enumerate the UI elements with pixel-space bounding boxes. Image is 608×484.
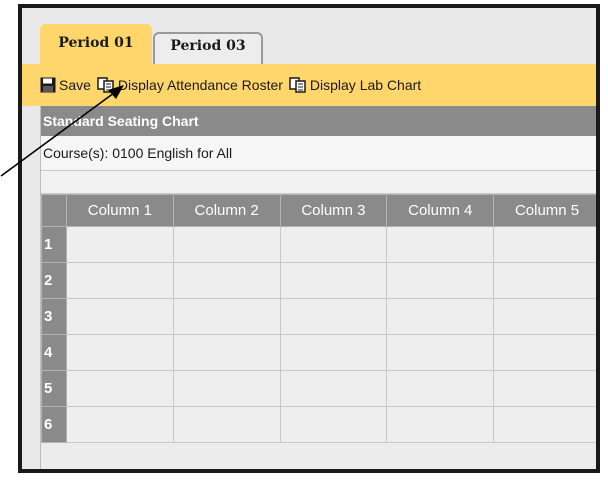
row-header-2: 2 [41, 262, 67, 299]
column-header-1: Column 1 [65, 194, 174, 227]
row-header-5: 5 [41, 370, 67, 407]
seat-cell[interactable] [172, 370, 281, 407]
display-attendance-roster-button[interactable]: Display Attendance Roster [97, 77, 283, 93]
seat-cell[interactable] [493, 226, 596, 263]
spacer-row [41, 171, 596, 194]
grid-row: 4 [41, 334, 596, 371]
seat-cell[interactable] [65, 370, 174, 407]
seat-cell[interactable] [493, 262, 596, 299]
seat-cell[interactable] [493, 298, 596, 335]
grid-row: 5 [41, 370, 596, 407]
seat-cell[interactable] [386, 370, 495, 407]
seat-cell[interactable] [386, 406, 495, 443]
display-lab-chart-button[interactable]: Display Lab Chart [289, 77, 421, 93]
seat-cell[interactable] [386, 334, 495, 371]
floppy-disk-icon [40, 77, 56, 93]
copy-document-icon [97, 77, 114, 93]
grid-corner [41, 194, 67, 227]
seat-cell[interactable] [279, 406, 388, 443]
tab-period-03[interactable]: Period 03 [153, 32, 263, 64]
seat-cell[interactable] [386, 226, 495, 263]
grid-row: 3 [41, 298, 596, 335]
seat-cell[interactable] [65, 298, 174, 335]
save-label: Save [59, 77, 91, 93]
seat-cell[interactable] [172, 298, 281, 335]
seat-cell[interactable] [493, 370, 596, 407]
app-window: Period 01 Period 03 Save Display Attenda… [18, 4, 600, 473]
seat-cell[interactable] [386, 262, 495, 299]
display-lab-chart-label: Display Lab Chart [309, 77, 422, 93]
seat-cell[interactable] [279, 370, 388, 407]
row-header-4: 4 [41, 334, 67, 371]
seat-cell[interactable] [65, 406, 174, 443]
seat-cell[interactable] [493, 334, 596, 371]
row-header-6: 6 [41, 406, 67, 443]
tab-period-01[interactable]: Period 01 [40, 24, 152, 64]
seat-cell[interactable] [65, 262, 174, 299]
grid-header-row: Column 1 Column 2 Column 3 Column 4 Colu… [41, 194, 596, 227]
column-header-4: Column 4 [386, 194, 495, 227]
copy-document-icon [289, 77, 306, 93]
save-button[interactable]: Save [40, 77, 91, 93]
toolbar: Save Display Attendance Roster Display L… [22, 64, 596, 106]
seat-cell[interactable] [172, 334, 281, 371]
seating-chart-panel: Standard Seating Chart Course(s): 0100 E… [40, 106, 596, 469]
seat-cell[interactable] [65, 334, 174, 371]
seat-cell[interactable] [493, 406, 596, 443]
grid-row: 6 [41, 406, 596, 443]
seat-cell[interactable] [172, 262, 281, 299]
course-line: Course(s): 0100 English for All [41, 136, 596, 171]
seat-cell[interactable] [279, 226, 388, 263]
grid-row: 2 [41, 262, 596, 299]
display-attendance-roster-label: Display Attendance Roster [117, 77, 283, 93]
seat-cell[interactable] [65, 226, 174, 263]
seat-cell[interactable] [172, 226, 281, 263]
seating-grid: Column 1 Column 2 Column 3 Column 4 Colu… [41, 194, 596, 443]
seat-cell[interactable] [279, 262, 388, 299]
column-header-3: Column 3 [279, 194, 388, 227]
column-header-5: Column 5 [493, 194, 596, 227]
seat-cell[interactable] [386, 298, 495, 335]
panel-title: Standard Seating Chart [41, 106, 596, 136]
row-header-1: 1 [41, 226, 67, 263]
seat-cell[interactable] [279, 334, 388, 371]
column-header-2: Column 2 [172, 194, 281, 227]
seat-cell[interactable] [172, 406, 281, 443]
row-header-3: 3 [41, 298, 67, 335]
seat-cell[interactable] [279, 298, 388, 335]
grid-row: 1 [41, 226, 596, 263]
